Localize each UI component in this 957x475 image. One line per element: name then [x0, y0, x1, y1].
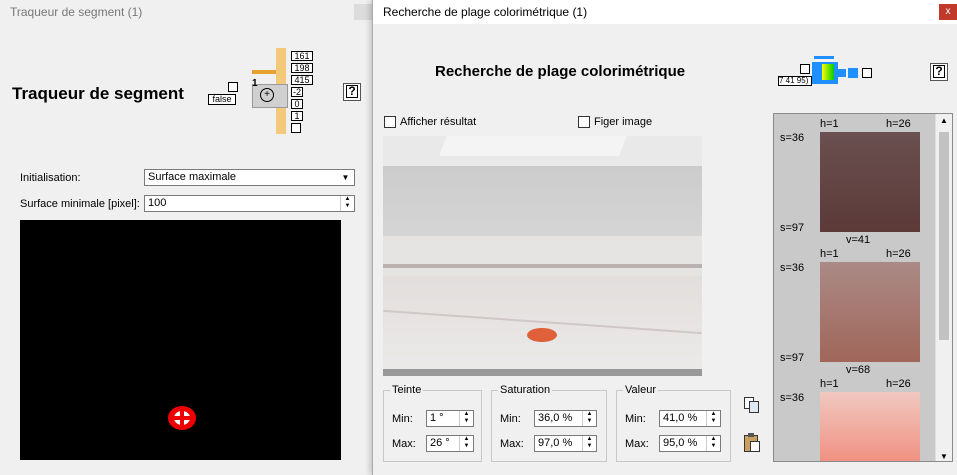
color-swatch-2 — [820, 262, 920, 362]
swatch2-s-bottom: s=97 — [780, 352, 805, 364]
value-max-label: Max: — [625, 438, 649, 450]
init-label: Initialisation: — [20, 172, 81, 184]
swatch2-v: v=68 — [846, 364, 871, 376]
saturation-max-value: 97,0 % — [538, 437, 573, 449]
saturation-min-value: 36,0 % — [538, 412, 573, 424]
spin-buttons[interactable]: ▲ ▼ — [706, 411, 720, 426]
freeze-image-checkbox[interactable] — [578, 116, 590, 128]
saturation-min-label: Min: — [500, 413, 521, 425]
show-result-checkbox[interactable] — [384, 116, 396, 128]
node-value-4: 0 — [291, 99, 303, 109]
hue-min-input[interactable]: 1 ° ▲ ▼ — [426, 410, 474, 427]
scroll-thumb[interactable] — [939, 132, 949, 340]
plus-circle-icon: + — [260, 88, 274, 102]
spin-buttons[interactable]: ▲ ▼ — [582, 411, 596, 426]
show-result-label: Afficher résultat — [400, 116, 477, 128]
saturation-min-input[interactable]: 36,0 % ▲ ▼ — [534, 410, 597, 427]
init-select-value: Surface maximale — [148, 171, 237, 183]
page-title: Traqueur de segment — [12, 84, 184, 103]
help-icon[interactable]: ? — [930, 63, 948, 81]
node-value-0: 161 — [291, 51, 313, 61]
copy-icon — [742, 395, 762, 415]
value-max-value: 95,0 % — [663, 437, 698, 449]
color-node-widget[interactable]: 7 41 95) — [778, 56, 888, 86]
tracker-node-widget[interactable]: + 1 false 161 198 415 -2 0 1 — [208, 48, 318, 134]
counter-label: 1 — [252, 78, 258, 89]
hue-max-input[interactable]: 26 ° ▲ ▼ — [426, 435, 474, 452]
swatch1-v: v=41 — [846, 234, 871, 246]
swatch3-s-top: s=36 — [780, 392, 805, 404]
freeze-image-label: Figer image — [594, 116, 653, 128]
saturation-group: Saturation Min: 36,0 % ▲ ▼ Max: 97,0 % ▲ ▼ — [491, 384, 607, 462]
min-surface-label: Surface minimale [pixel]: — [20, 198, 140, 210]
copy-button[interactable] — [742, 395, 762, 415]
window-title-bar: Traqueur de segment (1) — [10, 5, 143, 19]
help-icon[interactable]: ? — [343, 83, 361, 101]
object-blob — [527, 328, 557, 342]
saturation-title: Saturation — [498, 384, 553, 396]
min-surface-input[interactable]: 100 ▲ ▼ — [144, 195, 355, 212]
node-value-5: 1 — [291, 111, 303, 121]
swatch-panel[interactable]: h=1 h=26 s=36 s=97 v=41 h=1 h=26 s=36 s=… — [773, 113, 953, 462]
swatch2-h-start: h=1 — [820, 248, 839, 260]
page-title: Recherche de plage colorimétrique — [435, 63, 686, 80]
hue-max-label: Max: — [392, 438, 416, 450]
value-max-input[interactable]: 95,0 % ▲ ▼ — [659, 435, 721, 452]
camera-view[interactable] — [383, 136, 702, 376]
spin-buttons[interactable]: ▲ ▼ — [340, 196, 354, 211]
spin-buttons[interactable]: ▲ ▼ — [459, 411, 473, 426]
chevron-down-icon[interactable]: ▼ — [338, 171, 353, 184]
init-select[interactable]: Surface maximale ▼ — [144, 169, 355, 186]
paste-button[interactable] — [742, 432, 762, 454]
false-label: false — [208, 94, 236, 105]
value-min-value: 41,0 % — [663, 412, 698, 424]
hue-group: Teinte Min: 1 ° ▲ ▼ Max: 26 ° ▲ ▼ — [383, 384, 482, 462]
spin-buttons[interactable]: ▲ ▼ — [582, 436, 596, 451]
swatch1-h-start: h=1 — [820, 118, 839, 130]
minimize-button[interactable] — [354, 4, 372, 20]
scroll-down-icon[interactable]: ▼ — [936, 452, 952, 461]
swatch2-h-end: h=26 — [886, 248, 911, 260]
min-surface-value: 100 — [148, 197, 167, 209]
node-label: 7 41 95) — [778, 76, 812, 86]
value-title: Valeur — [623, 384, 658, 396]
swatch3-h-end: h=26 — [886, 378, 911, 390]
swatch3-h-start: h=1 — [820, 378, 839, 390]
color-swatch-1 — [820, 132, 920, 232]
swatch2-s-top: s=36 — [780, 262, 805, 274]
hue-min-label: Min: — [392, 413, 413, 425]
hue-title: Teinte — [390, 384, 424, 396]
horizontal-scrollbar[interactable] — [383, 369, 702, 376]
paste-icon — [742, 432, 762, 454]
saturation-max-label: Max: — [500, 438, 524, 450]
close-icon: x — [945, 6, 951, 17]
value-group: Valeur Min: 41,0 % ▲ ▼ Max: 95,0 % ▲ ▼ — [616, 384, 731, 462]
close-button[interactable]: x — [939, 4, 957, 20]
swatch1-s-top: s=36 — [780, 132, 805, 144]
segment-tracker-window: Traqueur de segment (1) Traqueur de segm… — [0, 0, 372, 475]
node-value-1: 198 — [291, 63, 313, 73]
hue-max-value: 26 ° — [430, 437, 450, 449]
spin-buttons[interactable]: ▲ ▼ — [459, 436, 473, 451]
tracker-view[interactable] — [20, 220, 341, 460]
saturation-max-input[interactable]: 97,0 % ▲ ▼ — [534, 435, 597, 452]
value-min-label: Min: — [625, 413, 646, 425]
scroll-up-icon[interactable]: ▲ — [936, 116, 952, 125]
swatch1-h-end: h=26 — [886, 118, 911, 130]
target-marker-icon — [168, 406, 196, 430]
node-value-3: -2 — [291, 87, 303, 97]
window-title-bar: Recherche de plage colorimétrique (1) — [373, 0, 957, 24]
value-min-input[interactable]: 41,0 % ▲ ▼ — [659, 410, 721, 427]
hue-min-value: 1 ° — [430, 412, 444, 424]
color-range-window: Recherche de plage colorimétrique (1) x … — [372, 0, 957, 475]
swatch1-s-bottom: s=97 — [780, 222, 805, 234]
node-value-2: 415 — [291, 75, 313, 85]
vertical-scrollbar[interactable]: ▲ ▼ — [935, 114, 952, 461]
color-swatch-3 — [820, 392, 920, 461]
spin-buttons[interactable]: ▲ ▼ — [706, 436, 720, 451]
